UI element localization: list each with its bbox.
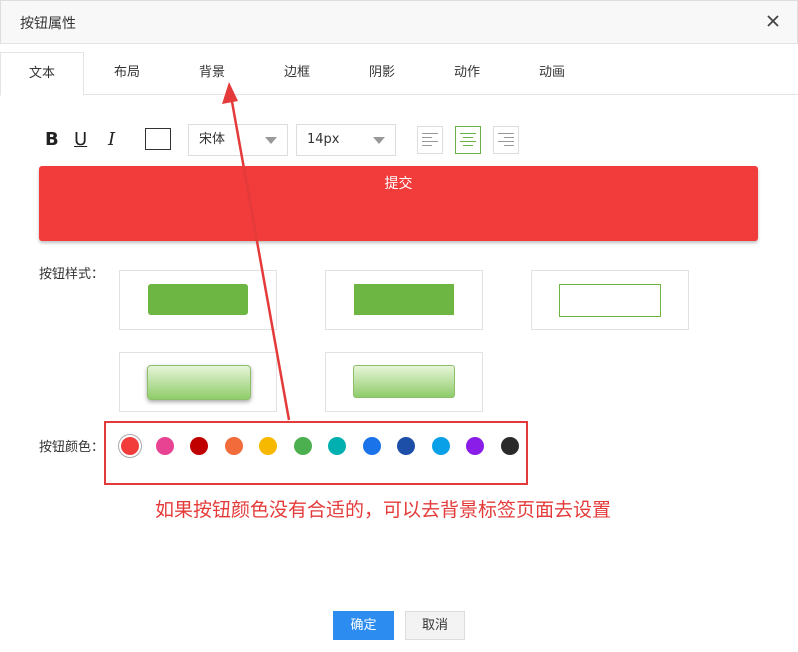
- style-option-gradient-shadow[interactable]: [119, 352, 277, 412]
- button-style-label: 按钮样式：: [39, 267, 105, 282]
- chevron-down-icon: [265, 137, 277, 144]
- tab-animation[interactable]: 动画: [522, 52, 582, 94]
- align-left-button[interactable]: [417, 126, 443, 154]
- dialog-titlebar: 按钮属性: [0, 0, 798, 44]
- tab-background[interactable]: 背景: [182, 52, 242, 94]
- button-color-label: 按钮颜色：: [39, 440, 105, 455]
- tab-shadow[interactable]: 阴影: [352, 52, 412, 94]
- style-option-gradient[interactable]: [325, 352, 483, 412]
- font-size-value: 14px: [307, 132, 340, 147]
- bold-button[interactable]: B: [45, 129, 59, 151]
- font-family-value: 宋体: [199, 132, 226, 147]
- tab-border[interactable]: 边框: [267, 52, 327, 94]
- underline-button[interactable]: U: [74, 129, 87, 151]
- button-preview: 提交: [39, 166, 758, 241]
- tab-action[interactable]: 动作: [437, 52, 497, 94]
- tab-layout[interactable]: 布局: [97, 52, 157, 94]
- align-right-button[interactable]: [493, 126, 519, 154]
- annotation-highlight-box: [104, 421, 528, 485]
- style-sample: [353, 365, 455, 398]
- tab-bar: 文本 布局 背景 边框 阴影 动作 动画: [0, 52, 798, 96]
- font-size-select[interactable]: 14px: [296, 124, 396, 156]
- style-sample: [147, 365, 251, 400]
- style-sample: [559, 284, 661, 317]
- tab-text[interactable]: 文本: [0, 52, 84, 96]
- ok-button[interactable]: 确定: [333, 611, 394, 640]
- chevron-down-icon: [373, 137, 385, 144]
- style-option-flat[interactable]: [119, 270, 277, 330]
- italic-button[interactable]: I: [108, 129, 115, 151]
- cancel-button[interactable]: 取消: [405, 611, 465, 640]
- close-icon[interactable]: [763, 11, 783, 31]
- annotation-text: 如果按钮颜色没有合适的，可以去背景标签页面去设置: [155, 499, 612, 521]
- style-option-square[interactable]: [325, 270, 483, 330]
- align-center-button[interactable]: [455, 126, 481, 154]
- font-color-picker[interactable]: [145, 128, 171, 150]
- font-family-select[interactable]: 宋体: [188, 124, 288, 156]
- style-sample: [354, 284, 454, 315]
- style-option-outline[interactable]: [531, 270, 689, 330]
- style-sample: [148, 284, 248, 315]
- dialog-title: 按钮属性: [20, 16, 76, 32]
